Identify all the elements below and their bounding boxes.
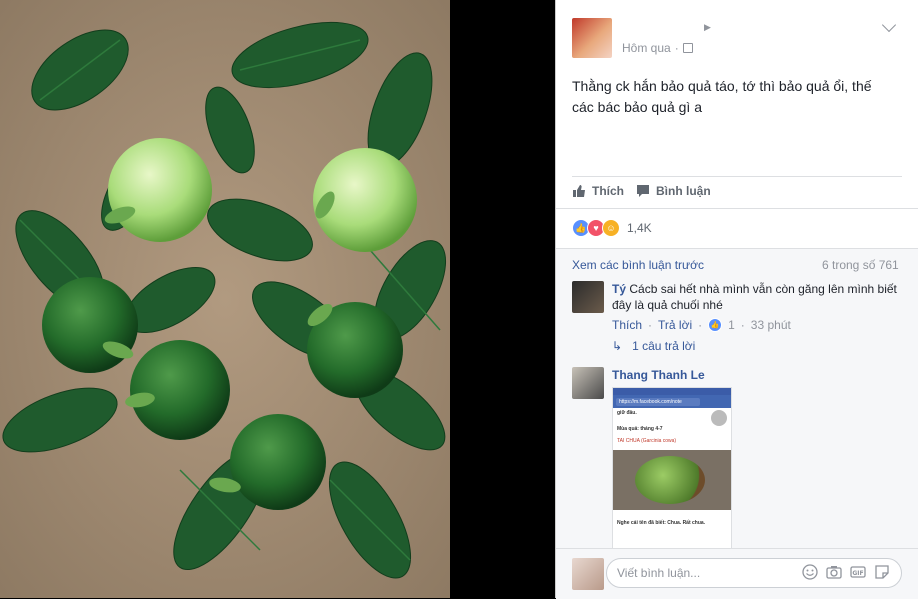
view-previous-comments[interactable]: Xem các bình luận trước [572,258,704,272]
comment-item: Tý Cácb sai hết nhà mình vẫn còn găng lê… [612,281,902,332]
comment-counter: 6 trong số 761 [822,258,899,272]
thumbs-up-icon [573,185,585,197]
emoji-icon[interactable] [802,564,818,580]
poster-avatar[interactable] [572,18,612,58]
comment-author[interactable]: Thang Thanh Le [612,368,705,382]
sticker-icon[interactable] [874,564,890,580]
phone-caption: Nghe cái tên đã biết: Chua. Rất chua. [617,520,706,526]
play-triangle-icon: ▶ [704,22,711,32]
post-timestamp[interactable]: Hôm qua [622,41,671,55]
like-label: Thích [592,184,624,198]
like-button[interactable]: Thích [572,184,624,198]
phone-status-bar [613,388,731,395]
comments-section: Xem các bình luận trước 6 trong số 761 T… [556,248,918,549]
svg-text:GIF: GIF [852,570,863,577]
separator-dot: · [674,41,679,55]
comment-reply-link[interactable]: Trả lời [658,318,692,332]
separator-dot: · [698,318,703,332]
phone-url-bar: https://m.facebook.com/note [613,395,731,408]
phone-avatar-circle [711,410,727,426]
commenter-avatar[interactable] [572,281,604,313]
comment-label: Bình luận [656,184,711,198]
post-message: Thằng ck hắn bảo quả táo, tớ thì bảo quả… [572,78,872,115]
comment-icon [637,185,649,197]
gif-icon[interactable]: GIF [850,564,866,580]
comment-time[interactable]: 33 phút [751,318,791,332]
actions-divider-top [572,176,902,177]
current-user-avatar [572,558,604,590]
comment-image-attachment[interactable]: https://m.facebook.com/note giữ đâu. Mùa… [612,387,732,549]
separator-dot: · [740,318,745,332]
fruit-photo-image [0,0,450,598]
commenter-avatar[interactable] [572,367,604,399]
timestamp-row: Hôm qua · [622,41,693,55]
view-replies-link[interactable]: ↳ 1 câu trả lời [612,339,695,353]
comment-meta: Thích · Trả lời · 👍 1 · 33 phút [612,318,902,332]
reactions-summary[interactable]: 👍 ♥ ☺ 1,4K [572,218,652,238]
comment-body: Cácb sai hết nhà mình vẫn còn găng lên m… [612,282,897,312]
comment-like-count[interactable]: 1 [728,318,735,332]
phone-fruit-photo [613,450,731,510]
comment-like-icon: 👍 [708,318,723,332]
photo-illustration [0,0,450,598]
camera-icon[interactable] [826,564,842,580]
comment-like-link[interactable]: Thích [612,318,642,332]
post-side-panel: Hôm qua · ▶ Thằng ck hắn bảo quả táo, tớ… [555,0,918,599]
reply-arrow-icon: ↳ [612,339,623,353]
comment-author[interactable]: Tý [612,282,626,296]
audience-icon[interactable] [682,43,693,53]
haha-reaction-icon: ☺ [602,219,620,237]
comment-button[interactable]: Bình luận [636,184,711,198]
phone-fruit-name: TAI CHUA (Garcinia cowa) [617,438,677,444]
post-photo[interactable] [0,0,450,598]
separator-dot: · [648,318,653,332]
phone-url-text: https://m.facebook.com/note [616,397,700,406]
chevron-down-icon[interactable] [881,17,897,33]
replies-count: 1 câu trả lời [632,339,696,353]
reaction-count: 1,4K [627,221,652,235]
actions-divider-bottom [556,208,918,209]
